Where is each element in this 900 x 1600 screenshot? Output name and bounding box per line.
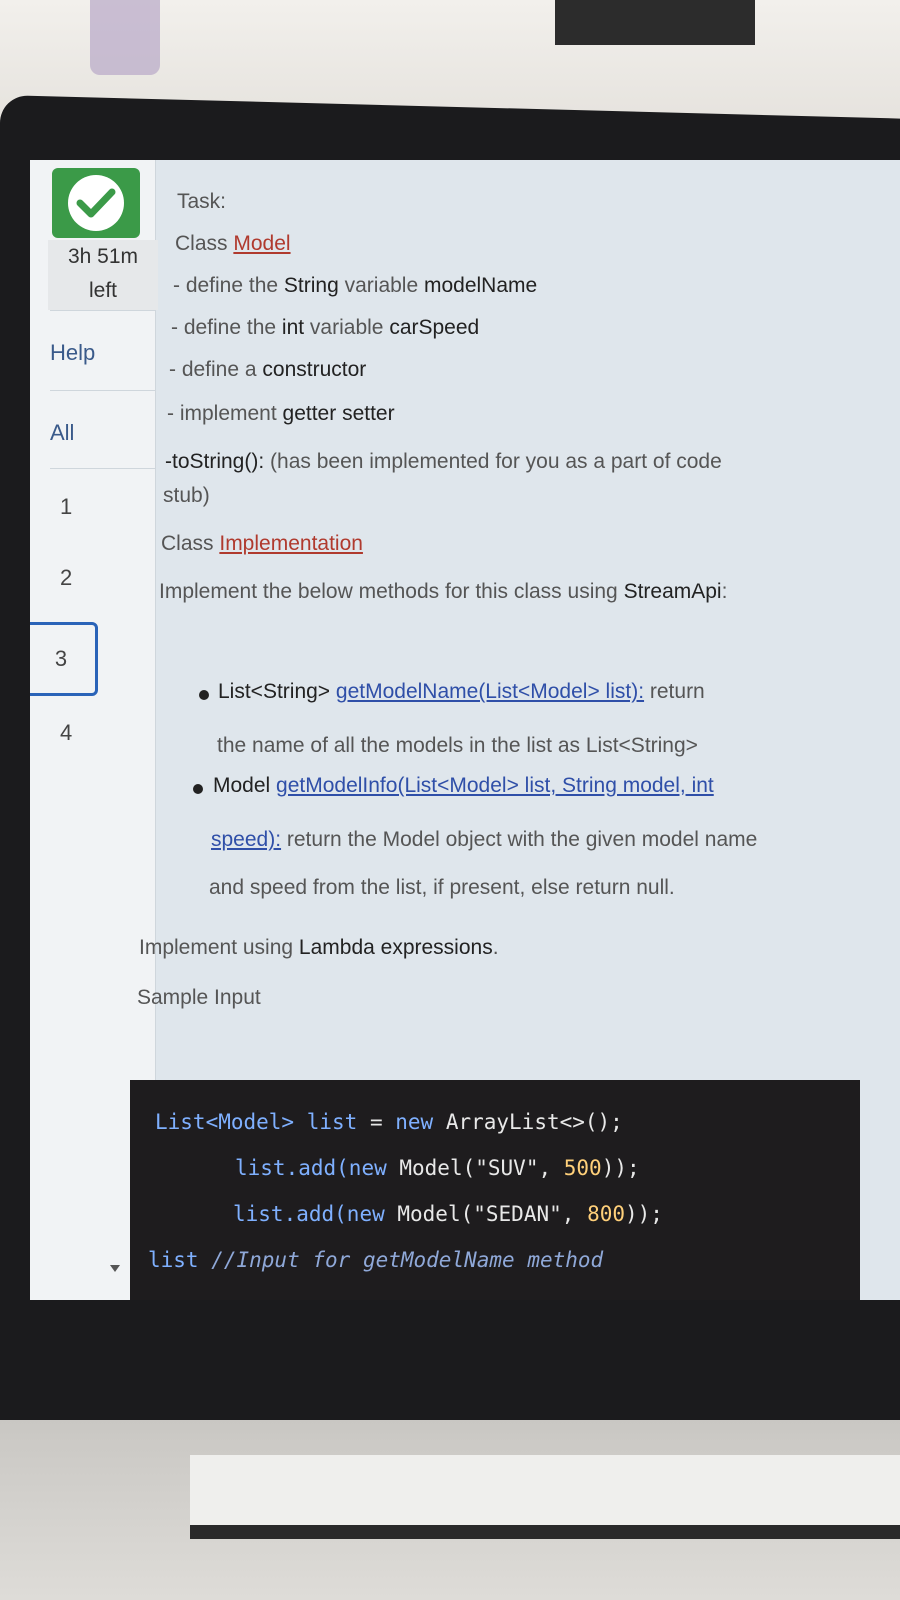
background-object [90,0,160,75]
bullet-icon [199,690,209,700]
question-2[interactable]: 2 [60,565,72,591]
requirement-3: - define a constructor [169,358,367,381]
help-link[interactable]: Help [50,340,95,366]
time-remaining: 3h 51m left [48,240,158,310]
method-2: Model getModelInfo(List<Model> list, Str… [213,774,714,797]
requirement-2: - define the int variable carSpeed [171,316,480,339]
question-1[interactable]: 1 [60,494,72,520]
lambda-instruction: Implement using Lambda expressions. [139,936,499,959]
method-2-cont: and speed from the list, if present, els… [209,876,675,899]
background-object [555,0,755,45]
class-implementation-line: Class Implementation [161,532,363,555]
all-questions-link[interactable]: All [50,420,74,446]
code-line-3: list.add(new Model("SEDAN", 800)); [233,1202,663,1226]
requirement-5-cont: stub) [163,484,210,507]
method-2-line2: speed): return the Model object with the… [211,828,758,851]
method-2-signature[interactable]: getModelInfo(List<Model> list, String mo… [276,774,714,797]
method-1-cont: the name of all the models in the list a… [217,734,698,757]
bullet-icon [193,784,203,794]
method-1-signature[interactable]: getModelName(List<Model> list): [336,680,644,703]
laptop-hinge [190,1455,900,1539]
requirement-5: -toString(): (has been implemented for y… [165,450,722,473]
class-model-link[interactable]: Model [233,232,290,255]
requirement-1: - define the String variable modelName [173,274,538,297]
code-line-2: list.add(new Model("SUV", 500)); [235,1156,640,1180]
question-3[interactable]: 3 [30,622,98,696]
code-line-1: List<Model> list = new ArrayList<>(); [155,1110,623,1134]
class-model-line: Class Model [175,232,291,255]
laptop-screen: 3h 51m left Help All 1 2 3 4 Task: Class… [30,160,900,1300]
sample-input-heading: Sample Input [137,986,261,1009]
sample-input-code: List<Model> list = new ArrayList<>(); li… [130,1080,860,1300]
task-heading: Task: [177,190,227,213]
scroll-down-icon[interactable] [110,1265,120,1272]
method-1: List<String> getModelName(List<Model> li… [218,680,705,703]
implement-instruction: Implement the below methods for this cla… [159,580,728,603]
class-implementation-link[interactable]: Implementation [219,532,363,555]
requirement-4: - implement getter setter [167,402,395,425]
method-2-signature-cont[interactable]: speed): [211,828,281,851]
completed-check-icon [52,168,140,238]
code-line-4: list //Input for getModelName method [148,1248,604,1272]
question-4[interactable]: 4 [60,720,72,746]
